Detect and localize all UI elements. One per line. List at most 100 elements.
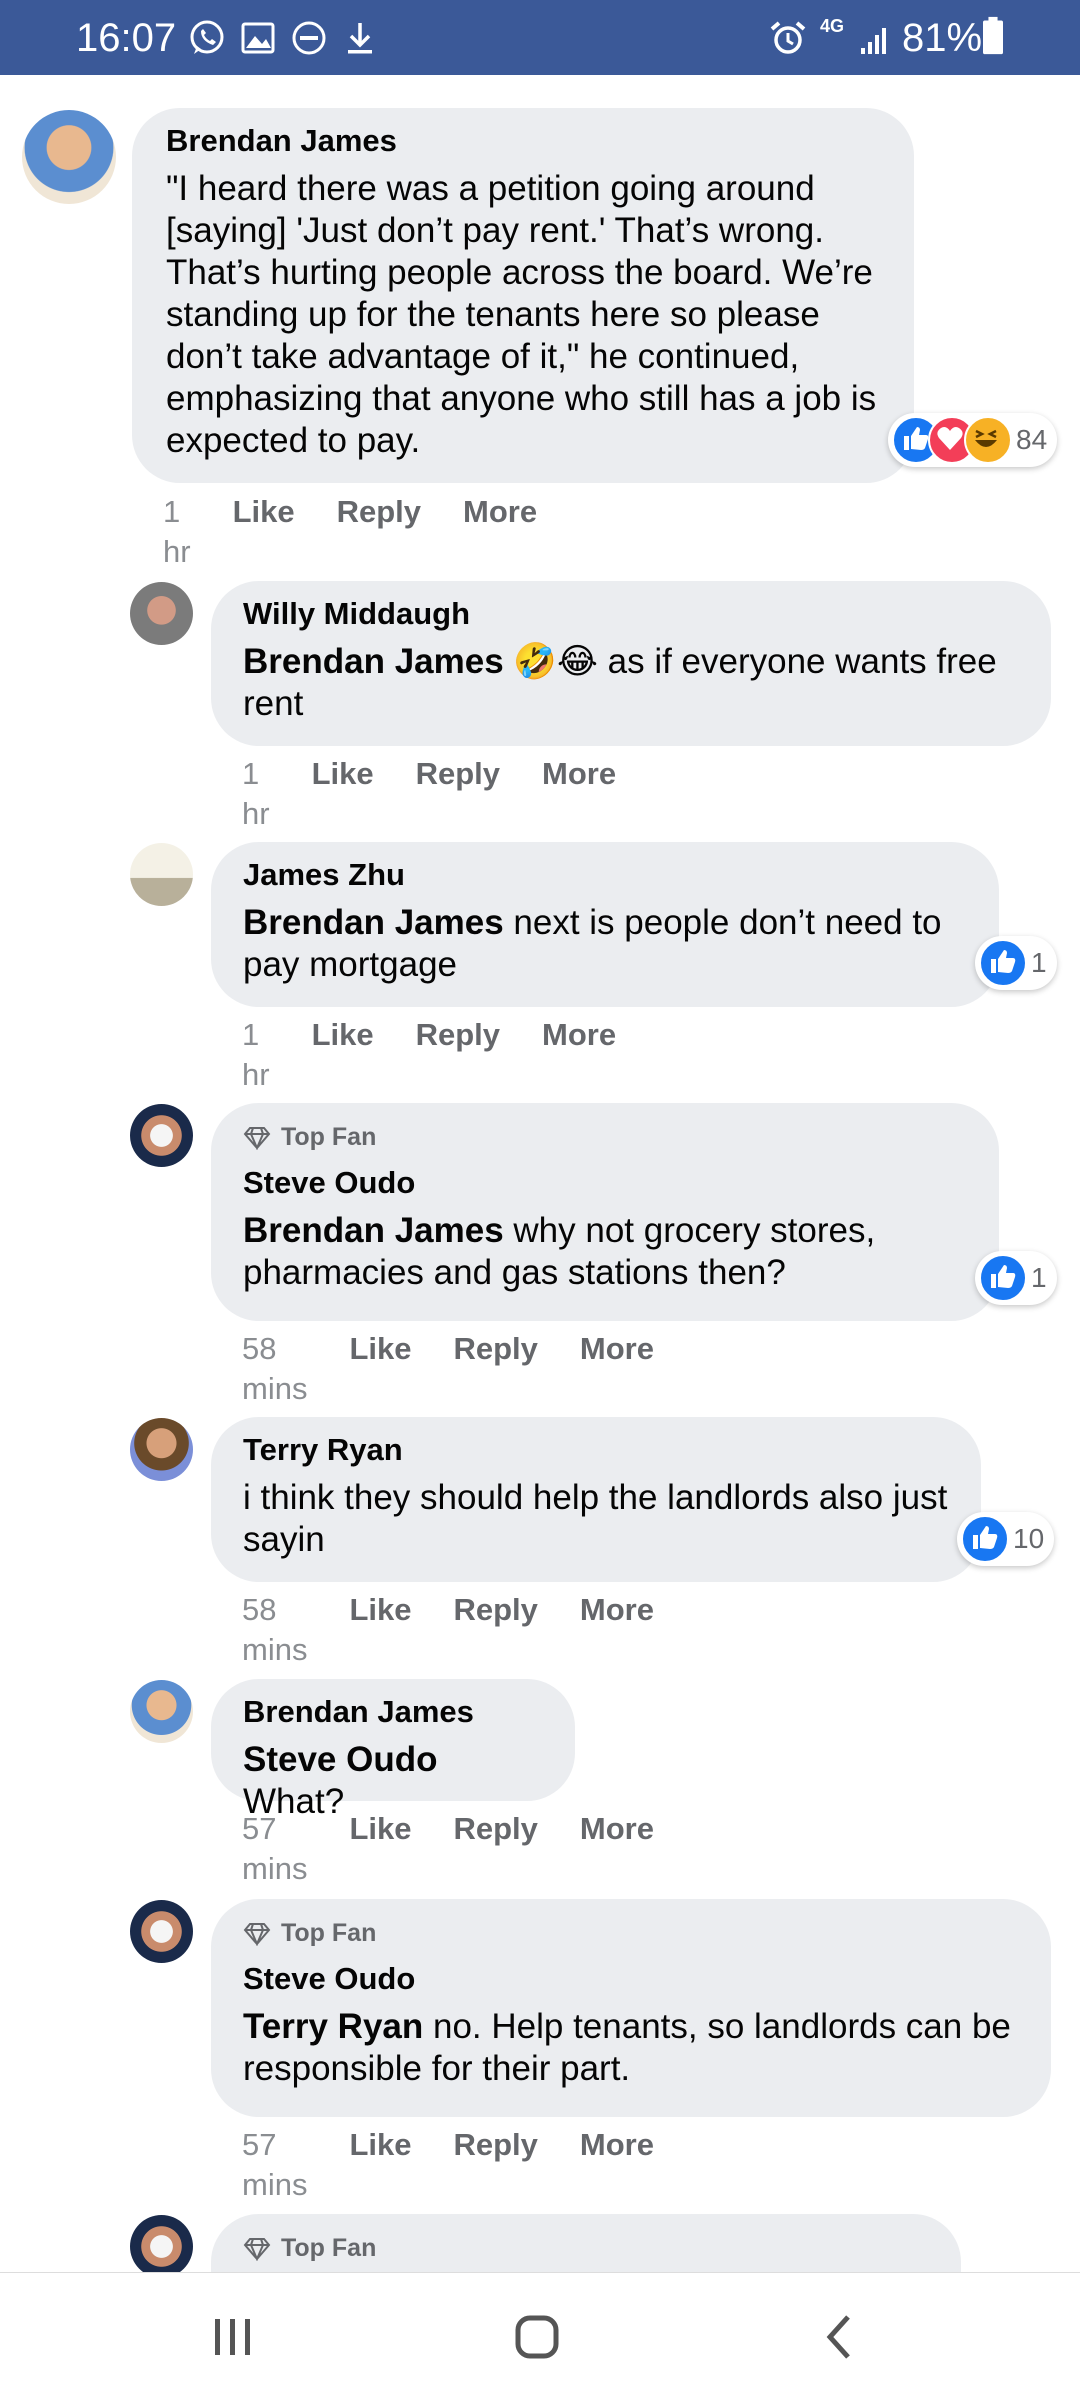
comment-author[interactable]: Willy Middaugh [243,595,1019,633]
download-icon [348,23,372,54]
top-fan-badge: Top Fan [243,2234,929,2263]
reaction-count: 1 [1031,1262,1047,1293]
like-button[interactable]: Like [349,2125,411,2205]
more-button[interactable]: More [580,2125,654,2205]
comment-author[interactable]: Steve Oudo [243,1960,1019,1998]
mention-link[interactable]: Brendan James [243,1211,504,1250]
status-time: 16:07 [76,16,177,60]
reply-button[interactable]: Reply [453,2125,537,2205]
mention-link[interactable]: Brendan James [243,642,504,681]
like-reaction-icon [979,939,1027,987]
gallery-icon [241,22,275,54]
comment-text: Brendan James 🤣😂 as if everyone wants fr… [243,641,1019,725]
like-button[interactable]: Like [349,1329,411,1409]
avatar[interactable] [130,1900,193,1963]
avatar[interactable] [130,582,193,645]
battery-icon [983,16,1003,55]
network-type: 4G [820,16,845,36]
top-fan-label: Top Fan [281,1919,377,1947]
comment-author[interactable]: Terry Ryan [243,1431,949,1469]
top-fan-label: Top Fan [281,1123,377,1151]
like-button[interactable]: Like [312,1015,374,1095]
back-icon[interactable] [800,2297,880,2377]
diamond-icon [243,1126,271,1150]
comment-bubble: Top Fan Steve Oudo Brendan James why not… [211,1103,999,1321]
reaction-count: 84 [1016,424,1048,455]
comment-actions: 1 hr Like Reply More [163,492,537,572]
recent-apps-icon[interactable] [193,2297,273,2377]
reply-button[interactable]: Reply [337,492,421,572]
emoji: 🤣😂 [513,642,598,681]
comment-actions: 1 hr Like Reply More [242,1015,616,1095]
avatar[interactable] [130,2215,193,2278]
reply-button[interactable]: Reply [453,1590,537,1670]
mention-link[interactable]: Brendan James [243,903,504,942]
avatar[interactable] [130,1418,193,1481]
like-reaction-icon [979,1254,1027,1302]
comment-actions: 57 mins Like Reply More [242,2125,654,2205]
reaction-summary[interactable]: 84 [888,413,1058,467]
mention-link[interactable]: Steve Oudo [243,1740,437,1779]
comment-actions: 1 hr Like Reply More [242,754,616,834]
comment-bubble: Willy Middaugh Brendan James 🤣😂 as if ev… [211,581,1051,746]
comment-text: Brendan James why not grocery stores, ph… [243,1210,967,1294]
battery-percent: 81% [902,16,983,60]
reply-button[interactable]: Reply [453,1329,537,1409]
like-button[interactable]: Like [233,492,295,572]
avatar[interactable] [130,843,193,906]
comment-time[interactable]: 57 mins [242,2125,307,2205]
like-button[interactable]: Like [312,754,374,834]
reaction-count: 1 [1031,947,1047,978]
comment-author[interactable]: Brendan James [166,122,880,160]
diamond-icon [243,1922,271,1946]
top-fan-label: Top Fan [281,2234,377,2262]
more-button[interactable]: More [580,1809,654,1889]
more-button[interactable]: More [542,1015,616,1095]
more-button[interactable]: More [580,1329,654,1409]
comment-actions: 58 mins Like Reply More [242,1329,654,1409]
comment-actions: 58 mins Like Reply More [242,1590,654,1670]
avatar[interactable] [130,1680,193,1743]
comment-bubble: James Zhu Brendan James next is people d… [211,842,999,1007]
system-nav-bar [0,2272,1080,2401]
comment-time[interactable]: 58 mins [242,1329,307,1409]
more-button[interactable]: More [580,1590,654,1670]
reply-button[interactable]: Reply [416,754,500,834]
reaction-count: 10 [1013,1523,1045,1554]
comment-author[interactable]: James Zhu [243,856,967,894]
comment-text: i think they should help the landlords a… [243,1478,948,1559]
comment-author[interactable]: Steve Oudo [243,1164,967,1202]
comment-time[interactable]: 1 hr [242,1015,270,1095]
like-button[interactable]: Like [349,1809,411,1889]
mention-link[interactable]: Terry Ryan [243,2007,423,2046]
more-button[interactable]: More [542,754,616,834]
comment-time[interactable]: 57 mins [242,1809,307,1889]
more-button[interactable]: More [463,492,537,572]
comment-author[interactable]: Brendan James [243,1693,543,1731]
comment-text: "I heard there was a petition going arou… [166,169,877,460]
haha-reaction-icon [964,416,1012,464]
comment-time[interactable]: 58 mins [242,1590,307,1670]
reply-button[interactable]: Reply [453,1809,537,1889]
comment-time[interactable]: 1 hr [242,754,270,834]
top-fan-badge: Top Fan [243,1919,1019,1948]
dnd-icon [292,21,326,55]
comment-bubble: Top Fan Steve Oudo Terry Ryan no. Help t… [211,1899,1051,2117]
signal-icon [861,28,886,54]
comment-time[interactable]: 1 hr [163,492,191,572]
home-icon[interactable] [497,2297,577,2377]
reaction-summary[interactable]: 1 [975,1251,1057,1305]
reaction-summary[interactable]: 1 [975,936,1057,990]
comment-text: Terry Ryan no. Help tenants, so landlord… [243,2006,1019,2090]
comment-text: Brendan James next is people don’t need … [243,902,967,986]
comment-actions: 57 mins Like Reply More [242,1809,654,1889]
comment-bubble: Brendan James Steve Oudo What? [211,1679,575,1821]
like-button[interactable]: Like [349,1590,411,1670]
diamond-icon [243,2237,271,2261]
status-bar: 16:07 4G 81% [0,0,1080,75]
like-reaction-icon [961,1515,1009,1563]
avatar[interactable] [130,1104,193,1167]
avatar[interactable] [22,110,116,204]
reaction-summary[interactable]: 10 [957,1512,1055,1566]
reply-button[interactable]: Reply [416,1015,500,1095]
